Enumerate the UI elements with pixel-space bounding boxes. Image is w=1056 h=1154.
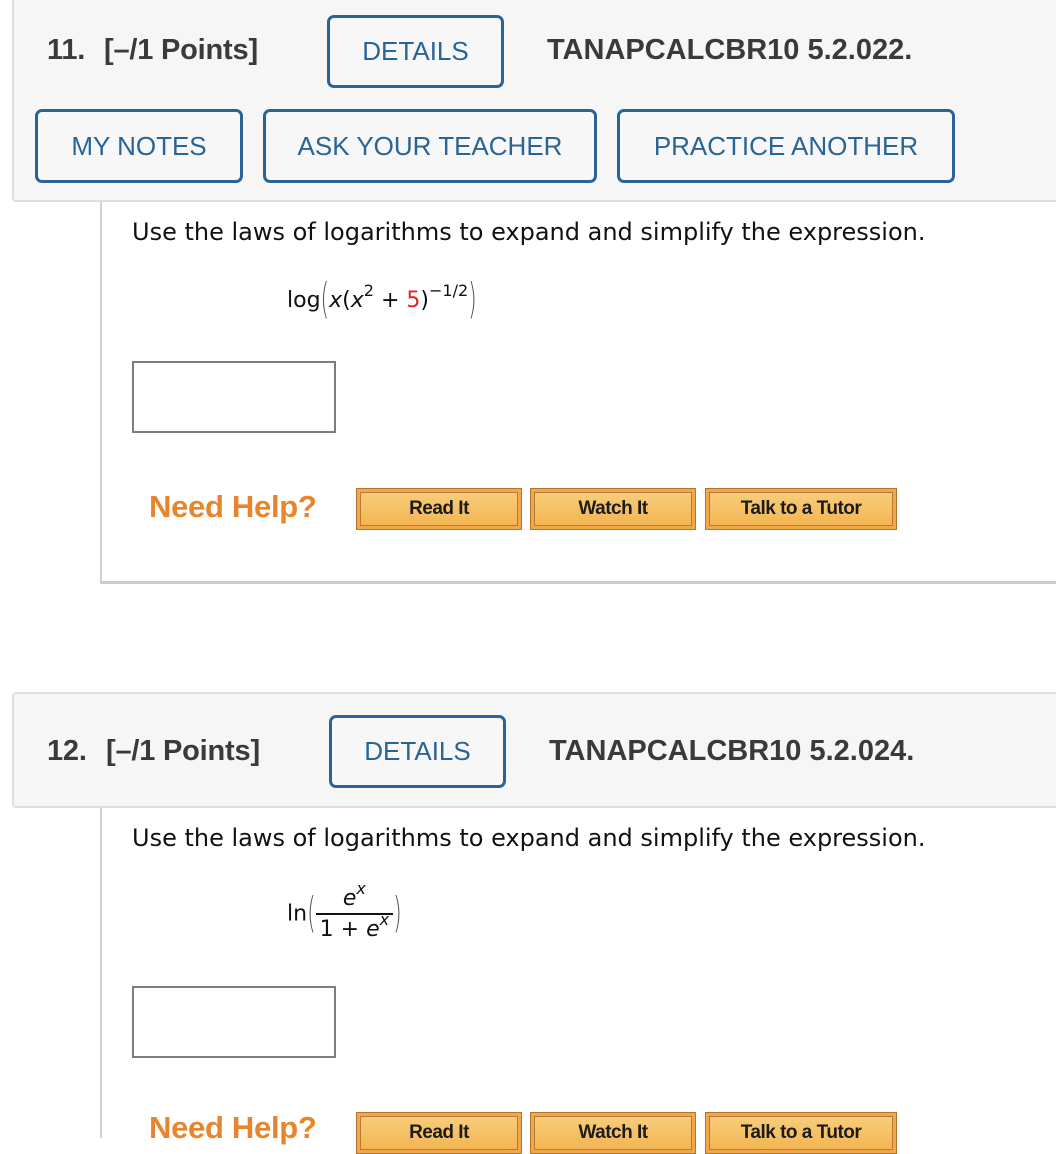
problem-code: TANAPCALCBR10 5.2.022. <box>547 34 913 66</box>
question-prompt: Use the laws of logarithms to expand and… <box>132 824 926 852</box>
need-help-label: Need Help? <box>149 489 317 524</box>
points-label: [–/1 Points] <box>106 735 260 767</box>
question-number: 12. <box>47 735 87 767</box>
exponent: x <box>356 879 366 898</box>
question-number: 11. <box>47 34 86 66</box>
details-button[interactable]: DETAILS <box>327 15 504 88</box>
one-plus: 1 + <box>319 917 367 942</box>
e-base: e <box>342 886 357 911</box>
left-paren: ( <box>307 890 316 938</box>
var-x: x <box>329 288 343 313</box>
talk-to-tutor-button[interactable]: Talk to a Tutor <box>705 1112 897 1154</box>
open-paren: ( <box>342 288 351 313</box>
question-11-header: 11. [–/1 Points] DETAILS TANAPCALCBR10 5… <box>12 0 1056 202</box>
ask-your-teacher-button[interactable]: ASK YOUR TEACHER <box>263 109 597 183</box>
question-12-body: Use the laws of logarithms to expand and… <box>100 808 1056 1154</box>
func-name: ln <box>287 901 308 927</box>
practice-another-button[interactable]: PRACTICE ANOTHER <box>617 109 955 183</box>
plus-sign: + <box>380 288 400 313</box>
exponent: 2 <box>363 281 374 300</box>
question-prompt: Use the laws of logarithms to expand and… <box>132 218 926 246</box>
watch-it-button[interactable]: Watch It <box>530 488 696 530</box>
talk-to-tutor-label: Talk to a Tutor <box>709 1116 893 1150</box>
right-paren: ) <box>468 276 477 325</box>
read-it-button[interactable]: Read It <box>356 1112 522 1154</box>
watch-it-label: Watch It <box>534 492 692 526</box>
close-paren: ) <box>420 288 430 313</box>
fraction: ex 1 + ex <box>315 881 394 943</box>
constant: 5 <box>406 288 421 313</box>
watch-it-button[interactable]: Watch It <box>530 1112 696 1154</box>
expression: log(x(x2 + 5)−1/2) <box>287 277 477 325</box>
e-base: e <box>366 917 380 942</box>
expression: ln(ex 1 + ex) <box>287 881 402 943</box>
exponent: x <box>379 910 390 929</box>
left-paren: ( <box>320 276 330 325</box>
answer-input[interactable] <box>132 986 336 1058</box>
problem-code: TANAPCALCBR10 5.2.024. <box>549 735 915 767</box>
my-notes-button[interactable]: MY NOTES <box>35 109 243 183</box>
talk-to-tutor-button[interactable]: Talk to a Tutor <box>705 488 897 530</box>
read-it-button[interactable]: Read It <box>356 488 522 530</box>
read-it-label: Read It <box>360 1116 518 1150</box>
details-button[interactable]: DETAILS <box>329 715 506 788</box>
question-11-body: Use the laws of logarithms to expand and… <box>100 202 1056 584</box>
read-it-label: Read It <box>360 492 518 526</box>
denominator: 1 + ex <box>316 912 393 943</box>
func-name: log <box>287 288 321 313</box>
var-x: x <box>350 288 364 313</box>
outer-exponent: −1/2 <box>429 281 469 300</box>
question-12-header: 12. [–/1 Points] DETAILS TANAPCALCBR10 5… <box>12 692 1056 808</box>
right-paren: ) <box>393 890 402 938</box>
points-label: [–/1 Points] <box>104 34 258 66</box>
talk-to-tutor-label: Talk to a Tutor <box>709 492 893 526</box>
watch-it-label: Watch It <box>534 1116 692 1150</box>
need-help-label: Need Help? <box>149 1110 317 1145</box>
answer-input[interactable] <box>132 361 336 433</box>
